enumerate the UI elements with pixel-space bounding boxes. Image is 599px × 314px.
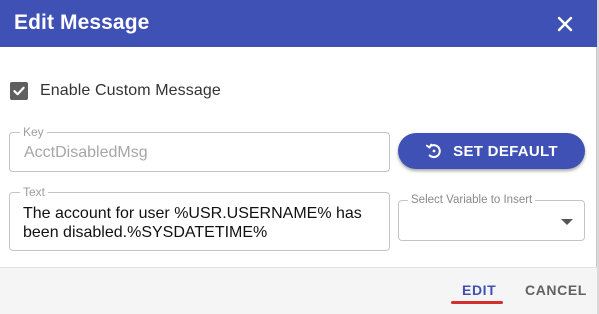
checkmark-icon [13, 86, 25, 96]
dropdown-arrow-icon [561, 219, 573, 225]
set-default-button[interactable]: SET DEFAULT [398, 133, 585, 169]
enable-custom-message-label: Enable Custom Message [40, 82, 221, 99]
set-default-label: SET DEFAULT [453, 142, 558, 160]
text-field-value: The account for user %USR.USERNAME% has … [23, 205, 362, 241]
enable-custom-message-checkbox[interactable] [10, 82, 28, 100]
variable-select[interactable]: Select Variable to Insert [398, 193, 585, 241]
cancel-button[interactable]: CANCEL [525, 282, 587, 298]
key-field[interactable]: Key AcctDisabledMsg [9, 125, 390, 172]
close-icon [557, 16, 573, 32]
dialog-footer: EDIT CANCEL [0, 267, 597, 314]
key-field-value: AcctDisabledMsg [24, 144, 148, 161]
variable-select-label: Select Variable to Insert [408, 193, 536, 207]
close-button[interactable] [552, 11, 578, 37]
edit-message-dialog: Edit Message Enable Custom Message Key A… [0, 0, 597, 314]
enable-custom-message-checkbox-row[interactable]: Enable Custom Message [10, 80, 221, 102]
key-field-label: Key [20, 125, 47, 139]
text-field[interactable]: Text The account for user %USR.USERNAME%… [9, 185, 390, 251]
restore-icon [425, 142, 443, 160]
dialog-titlebar: Edit Message [0, 0, 597, 47]
text-field-label: Text [20, 185, 49, 199]
edit-button-underline [451, 301, 503, 304]
edit-button[interactable]: EDIT [462, 282, 496, 298]
dialog-title: Edit Message [14, 11, 150, 34]
